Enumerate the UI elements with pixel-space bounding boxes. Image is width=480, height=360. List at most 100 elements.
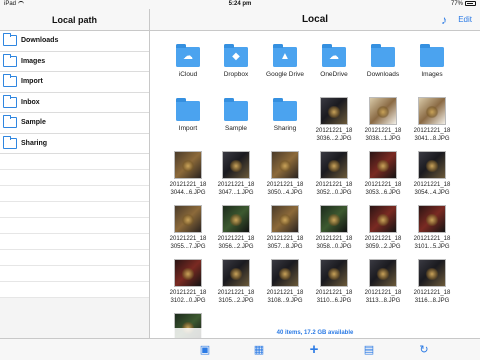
sidebar-empty-row bbox=[0, 202, 149, 218]
folder-icloud[interactable]: ☁ iCloud bbox=[164, 44, 212, 79]
file-item[interactable]: 20121221_18 3108...9.JPG bbox=[261, 259, 309, 305]
photo-thumbnail bbox=[320, 97, 348, 125]
folder-google-drive[interactable]: ▲ Google Drive bbox=[261, 44, 309, 79]
file-item[interactable]: 20121221_18 3116...8.JPG bbox=[408, 259, 456, 305]
music-note-icon[interactable]: ♪ bbox=[441, 9, 447, 31]
file-item[interactable]: 20121221_18 3054...4.JPG bbox=[408, 151, 456, 197]
file-name: 20121221_18 3101...5.JPG bbox=[408, 236, 456, 251]
sidebar-item-images[interactable]: Images bbox=[0, 51, 149, 72]
folder-label: Import bbox=[178, 125, 198, 132]
bottom-toolbar: ▣ ▦ + ▤ ↻ bbox=[0, 338, 480, 360]
file-item[interactable]: 20121221_18 3050...4.JPG bbox=[261, 151, 309, 197]
file-name-line1: 20121221_18 bbox=[364, 182, 402, 188]
photo-thumbnail bbox=[222, 151, 250, 179]
file-name: 20121221_18 3116...8.JPG bbox=[408, 290, 456, 305]
file-name: 20121221_18 3059...2.JPG bbox=[359, 236, 407, 251]
sidebar-empty-row bbox=[0, 250, 149, 266]
photo-thumbnail bbox=[369, 151, 397, 179]
file-item[interactable]: 20121221_18 3055...7.JPG bbox=[164, 205, 212, 251]
file-item[interactable]: 20121221_18 3105...2.JPG bbox=[212, 259, 260, 305]
file-name-line2: 3105...2.JPG bbox=[218, 297, 254, 304]
file-name-line1: 20121221_18 bbox=[266, 290, 304, 296]
folder-icon bbox=[273, 98, 297, 121]
file-name-line1: 20121221_18 bbox=[169, 290, 207, 296]
photo-thumbnail bbox=[418, 259, 446, 287]
file-name-line1: 20121221_18 bbox=[217, 236, 255, 242]
file-item[interactable]: 20121221_18 3059...2.JPG bbox=[359, 205, 407, 251]
file-item[interactable]: 20121221_18 3052...0.JPG bbox=[310, 151, 358, 197]
folder-icon bbox=[420, 44, 444, 67]
grid-view-icon[interactable]: ▦ bbox=[253, 344, 265, 356]
file-item[interactable]: 20121221_18 3057...8.JPG bbox=[261, 205, 309, 251]
folder-icon bbox=[176, 98, 200, 121]
sidebar-item-sample[interactable]: Sample bbox=[0, 113, 149, 134]
file-name-line2: 3101...5.JPG bbox=[414, 243, 450, 250]
file-name-line1: 20121221_18 bbox=[364, 236, 402, 242]
sidebar: Local path Downloads Images Import Inbox… bbox=[0, 9, 150, 338]
folder-label: Sample bbox=[224, 125, 248, 132]
file-name: 20121221_18 3038...1.JPG bbox=[359, 128, 407, 143]
folder-label: Downloads bbox=[366, 71, 400, 78]
file-name-line1: 20121221_18 bbox=[413, 128, 451, 134]
file-name: 20121221_18 3108...9.JPG bbox=[261, 290, 309, 305]
folder-import[interactable]: Import bbox=[164, 98, 212, 133]
file-item[interactable]: 20121221_18 3044...6.JPG bbox=[164, 151, 212, 197]
file-item[interactable]: 20121221_18 3113...8.JPG bbox=[359, 259, 407, 305]
file-name-line1: 20121221_18 bbox=[364, 128, 402, 134]
battery-percent: 77% bbox=[450, 1, 463, 7]
file-name-line2: 3050...4.JPG bbox=[267, 189, 303, 196]
sidebar-item-sharing[interactable]: Sharing bbox=[0, 133, 149, 154]
folder-glyph: ☁ bbox=[183, 51, 193, 62]
file-name-line2: 3110...6.JPG bbox=[316, 297, 352, 304]
folder-icon: ☁ bbox=[176, 44, 200, 67]
photo-thumbnail bbox=[320, 205, 348, 233]
chat-bubble-icon[interactable]: ▣ bbox=[199, 344, 211, 356]
folder-icon bbox=[371, 44, 395, 67]
folder-icon bbox=[3, 115, 17, 129]
folder-label: Google Drive bbox=[266, 71, 304, 78]
folder-downloads[interactable]: Downloads bbox=[359, 44, 407, 79]
sort-icon[interactable]: ▤ bbox=[363, 344, 375, 356]
file-item[interactable]: 20121221_18 3110...6.JPG bbox=[310, 259, 358, 305]
file-name-line2: 3059...2.JPG bbox=[365, 243, 401, 250]
file-item[interactable]: 20121221_18 3102...0.JPG bbox=[164, 259, 212, 305]
file-name-line1: 20121221_18 bbox=[315, 236, 353, 242]
sidebar-title: Local path bbox=[0, 9, 149, 31]
sidebar-item-label: Sample bbox=[21, 119, 46, 127]
sidebar-empty-row bbox=[0, 266, 149, 282]
file-item[interactable]: 20121221_18 3056...2.JPG bbox=[212, 205, 260, 251]
folder-glyph: ▲ bbox=[280, 51, 290, 62]
sidebar-item-import[interactable]: Import bbox=[0, 72, 149, 93]
sidebar-item-label: Inbox bbox=[21, 98, 40, 106]
file-name: 20121221_18 3050...4.JPG bbox=[261, 182, 309, 197]
folder-sharing[interactable]: Sharing bbox=[261, 98, 309, 133]
folder-icon: ☁ bbox=[322, 44, 346, 67]
file-item[interactable]: 20121221_18 3058...0.JPG bbox=[310, 205, 358, 251]
file-item[interactable]: 20121221_18 3041...8.JPG bbox=[408, 97, 456, 143]
add-icon[interactable]: + bbox=[308, 342, 320, 357]
folder-onedrive[interactable]: ☁ OneDrive bbox=[310, 44, 358, 79]
file-item[interactable]: 20121221_18 3101...5.JPG bbox=[408, 205, 456, 251]
file-item[interactable]: 20121221_18 3036...2.JPG bbox=[310, 97, 358, 143]
file-name: 20121221_18 3044...6.JPG bbox=[164, 182, 212, 197]
refresh-icon[interactable]: ↻ bbox=[418, 344, 430, 356]
file-name-line1: 20121221_18 bbox=[169, 236, 207, 242]
edit-button[interactable]: Edit bbox=[458, 9, 472, 31]
folder-glyph: ☁ bbox=[329, 51, 339, 62]
storage-status: 40 items, 17.2 GB available bbox=[150, 328, 480, 338]
file-name-line2: 3052...0.JPG bbox=[316, 189, 352, 196]
file-name: 20121221_18 3052...0.JPG bbox=[310, 182, 358, 197]
file-name-line2: 3038...1.JPG bbox=[365, 135, 401, 142]
file-item[interactable]: 20121221_18 3047...1.JPG bbox=[212, 151, 260, 197]
file-item[interactable]: 20121221_18 3053...6.JPG bbox=[359, 151, 407, 197]
photo-thumbnail bbox=[369, 97, 397, 125]
photo-thumbnail bbox=[271, 151, 299, 179]
folder-images[interactable]: Images bbox=[408, 44, 456, 79]
folder-label: Sharing bbox=[273, 125, 297, 132]
sidebar-item-downloads[interactable]: Downloads bbox=[0, 31, 149, 52]
folder-sample[interactable]: Sample bbox=[212, 98, 260, 133]
folder-dropbox[interactable]: ◆ Dropbox bbox=[212, 44, 260, 79]
sidebar-item-inbox[interactable]: Inbox bbox=[0, 92, 149, 113]
photo-thumbnail bbox=[174, 259, 202, 287]
file-item[interactable]: 20121221_18 3038...1.JPG bbox=[359, 97, 407, 143]
